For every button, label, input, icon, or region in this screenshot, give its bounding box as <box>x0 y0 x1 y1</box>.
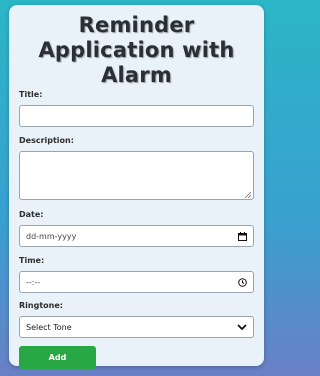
title-input[interactable] <box>19 105 254 127</box>
actions: Add Reminder <box>19 346 254 376</box>
date-input[interactable]: dd-mm-yyyy <box>19 225 254 247</box>
add-reminder-button[interactable]: Add Reminder <box>19 346 96 369</box>
title-field-group: Title: <box>19 90 254 127</box>
calendar-icon[interactable] <box>238 231 247 241</box>
chevron-down-icon[interactable] <box>237 323 247 331</box>
description-field-group: Description: <box>19 136 254 200</box>
ringtone-label: Ringtone: <box>19 301 63 310</box>
ringtone-selected-value: Select Tone <box>26 322 72 332</box>
ringtone-select[interactable]: Select Tone <box>19 316 254 338</box>
date-field-group: Date: dd-mm-yyyy <box>19 210 254 247</box>
page-title: Reminder Application with Alarm <box>38 13 235 87</box>
clock-icon[interactable] <box>238 277 247 287</box>
time-field-group: Time: --:-- <box>19 256 254 293</box>
time-input[interactable]: --:-- <box>19 271 254 293</box>
date-placeholder: dd-mm-yyyy <box>26 231 77 241</box>
date-label: Date: <box>19 210 44 219</box>
description-textarea[interactable] <box>19 151 254 200</box>
time-placeholder: --:-- <box>26 277 41 287</box>
description-label: Description: <box>19 136 74 145</box>
title-label: Title: <box>19 90 43 99</box>
time-label: Time: <box>19 256 45 265</box>
resize-handle-icon[interactable] <box>244 191 252 199</box>
reminder-card: Reminder Application with Alarm Title: D… <box>9 5 264 369</box>
ringtone-field-group: Ringtone: Select Tone <box>19 301 254 338</box>
